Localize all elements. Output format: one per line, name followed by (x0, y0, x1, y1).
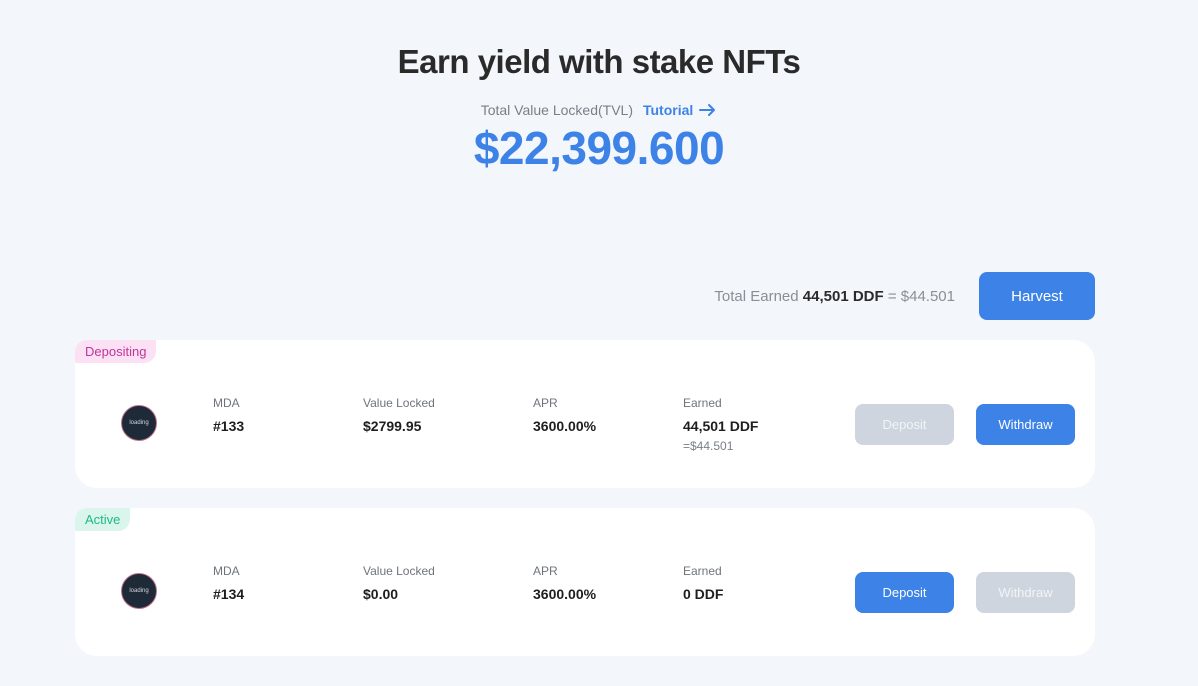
tvl-row: Total Value Locked(TVL) Tutorial (0, 102, 1198, 118)
hero-section: Earn yield with stake NFTs Total Value L… (0, 40, 1198, 176)
deposit-button[interactable]: Deposit (855, 572, 954, 613)
apr-column: APR 3600.00% (533, 395, 596, 435)
withdraw-button[interactable]: Withdraw (976, 404, 1075, 445)
tvl-value: $22,399.600 (473, 122, 725, 174)
token-id: #134 (213, 586, 245, 602)
staking-page: Earn yield with stake NFTs Total Value L… (0, 0, 1198, 686)
value-locked-label: Value Locked (363, 396, 435, 410)
value-locked: $0.00 (363, 586, 399, 602)
total-earned-prefix: Total Earned (714, 287, 799, 305)
total-earned-text: Total Earned 44,501 DDF = $44.501 (714, 288, 955, 305)
earned-column: Earned 44,501 DDF =$44.501 (683, 395, 758, 453)
apr-value: 3600.00% (533, 418, 597, 434)
withdraw-button: Withdraw (976, 572, 1075, 613)
value-locked-column: Value Locked $0.00 (363, 563, 435, 603)
token-id: #133 (213, 418, 245, 434)
apr-label: APR (533, 396, 558, 410)
tutorial-link[interactable]: Tutorial (643, 102, 717, 118)
apr-value: 3600.00% (533, 586, 597, 602)
apr-column: APR 3600.00% (533, 563, 596, 603)
avatar-loading-text: loading (129, 587, 149, 594)
harvest-button[interactable]: Harvest (979, 272, 1095, 320)
earned-value: 44,501 DDF (683, 418, 759, 434)
avatar-loading-text: loading (129, 419, 149, 426)
total-earned-amount: 44,501 DDF (802, 287, 884, 305)
collection-label: MDA (213, 396, 240, 410)
nft-avatar: loading (121, 573, 157, 609)
nft-avatar: loading (121, 405, 157, 441)
collection-column: MDA #134 (213, 563, 244, 603)
arrow-right-icon (699, 104, 716, 116)
pool-card: Active loading MDA #134 Value Locked $0.… (75, 508, 1095, 656)
status-badge: Active (75, 508, 131, 531)
pool-card: Depositing loading MDA #133 Value Locked… (75, 340, 1095, 488)
value-locked-column: Value Locked $2799.95 (363, 395, 435, 435)
earned-label: Earned (683, 396, 722, 410)
collection-label: MDA (213, 564, 240, 578)
earned-usd: =$44.501 (683, 439, 734, 453)
earned-label: Earned (683, 564, 722, 578)
status-badge: Depositing (75, 340, 157, 363)
value-locked-label: Value Locked (363, 564, 435, 578)
earned-column: Earned 0 DDF (683, 563, 723, 603)
page-title: Earn yield with stake NFTs (397, 43, 801, 80)
deposit-button: Deposit (855, 404, 954, 445)
total-earned-bar: Total Earned 44,501 DDF = $44.501 Harves… (714, 272, 1095, 320)
collection-column: MDA #133 (213, 395, 244, 435)
tvl-label: Total Value Locked(TVL) (480, 102, 633, 118)
apr-label: APR (533, 564, 558, 578)
earned-value: 0 DDF (683, 586, 724, 602)
total-earned-usd: = $44.501 (887, 287, 955, 305)
tutorial-label: Tutorial (642, 102, 694, 118)
value-locked: $2799.95 (363, 418, 422, 434)
